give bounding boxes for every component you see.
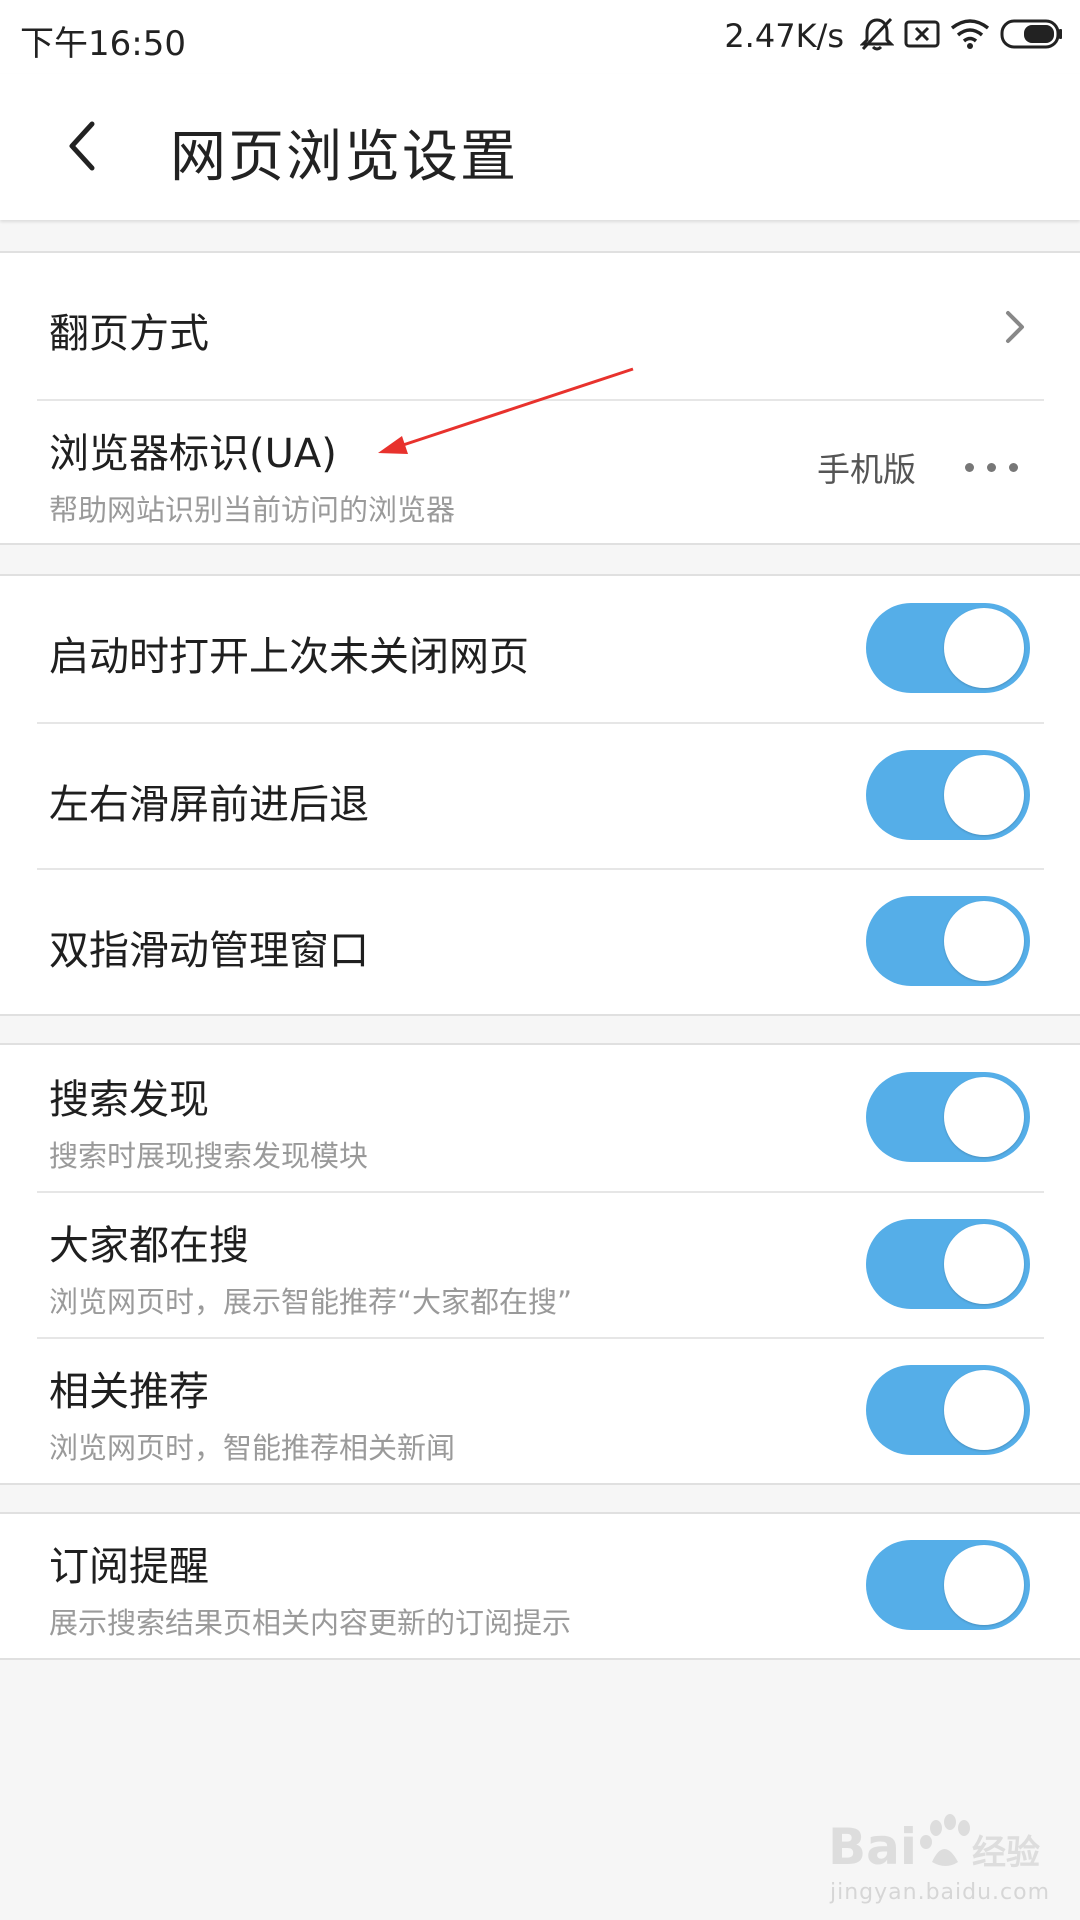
sim-x-icon	[904, 19, 940, 53]
toggle-knob	[944, 1545, 1024, 1625]
row-description: 展示搜索结果页相关内容更新的订阅提示	[49, 1606, 572, 1640]
swipe-navigation-row: 左右滑屏前进后退	[0, 724, 1080, 868]
settings-group-subscription: 订阅提醒 展示搜索结果页相关内容更新的订阅提示	[0, 1512, 1080, 1660]
row-label: 订阅提醒	[49, 1544, 209, 1590]
row-label: 双指滑动管理窗口	[49, 928, 369, 974]
row-label: 大家都在搜	[49, 1223, 249, 1269]
row-label: 启动时打开上次未关闭网页	[49, 634, 529, 680]
related-recommendations-row: 相关推荐 浏览网页时，智能推荐相关新闻	[0, 1339, 1080, 1483]
status-time: 下午16:50	[20, 24, 186, 64]
row-description: 帮助网站识别当前访问的浏览器	[49, 493, 456, 527]
restore-tabs-row: 启动时打开上次未关闭网页	[0, 576, 1080, 722]
page-title: 网页浏览设置	[170, 125, 518, 190]
restore-tabs-toggle[interactable]	[866, 603, 1030, 693]
row-description: 搜索时展现搜索发现模块	[49, 1139, 369, 1173]
battery-icon	[1000, 18, 1064, 54]
related-recommendations-toggle[interactable]	[866, 1365, 1030, 1455]
settings-group-gestures: 启动时打开上次未关闭网页 左右滑屏前进后退 双指滑动管理窗口	[0, 574, 1080, 1016]
network-speed: 2.47K/s	[724, 17, 844, 55]
row-label: 搜索发现	[49, 1077, 209, 1123]
chevron-left-icon	[69, 121, 95, 171]
annotation-arrow	[378, 367, 634, 454]
row-label: 相关推荐	[49, 1369, 209, 1415]
header-bar: 网页浏览设置	[0, 74, 1080, 220]
back-button[interactable]	[60, 114, 120, 178]
toggle-knob	[944, 901, 1024, 981]
trending-searches-row: 大家都在搜 浏览网页时，展示智能推荐“大家都在搜”	[0, 1193, 1080, 1337]
toggle-knob	[944, 1077, 1024, 1157]
more-dots-icon[interactable]	[965, 463, 1031, 472]
subscription-reminder-row: 订阅提醒 展示搜索结果页相关内容更新的订阅提示	[0, 1514, 1080, 1658]
toggle-knob	[944, 755, 1024, 835]
two-finger-window-row: 双指滑动管理窗口	[0, 870, 1080, 1014]
bell-off-icon	[859, 16, 895, 56]
row-label: 左右滑屏前进后退	[49, 782, 369, 828]
search-discovery-row: 搜索发现 搜索时展现搜索发现模块	[0, 1045, 1080, 1191]
settings-group-recommendations: 搜索发现 搜索时展现搜索发现模块 大家都在搜 浏览网页时，展示智能推荐“大家都在…	[0, 1043, 1080, 1485]
svg-text:经验: 经验	[972, 1833, 1040, 1873]
two-finger-window-toggle[interactable]	[866, 896, 1030, 986]
wifi-icon	[950, 18, 990, 54]
subscription-reminder-toggle[interactable]	[866, 1540, 1030, 1630]
toggle-knob	[944, 608, 1024, 688]
status-bar: 下午16:50 2.47K/s	[0, 0, 1080, 74]
row-description: 浏览网页时，展示智能推荐“大家都在搜”	[49, 1285, 573, 1319]
row-label: 浏览器标识(UA)	[49, 431, 337, 477]
chevron-right-icon	[1006, 311, 1024, 343]
svg-text:Bai: Bai	[828, 1818, 917, 1876]
search-discovery-toggle[interactable]	[866, 1072, 1030, 1162]
status-icons: 2.47K/s	[724, 14, 1064, 58]
trending-searches-toggle[interactable]	[866, 1219, 1030, 1309]
swipe-navigation-toggle[interactable]	[866, 750, 1030, 840]
row-label: 翻页方式	[49, 311, 209, 357]
watermark-url: jingyan.baidu.com	[830, 1880, 1051, 1905]
toggle-knob	[944, 1224, 1024, 1304]
ua-value: 手机版	[817, 450, 916, 489]
toggle-knob	[944, 1370, 1024, 1450]
row-description: 浏览网页时，智能推荐相关新闻	[49, 1431, 456, 1465]
